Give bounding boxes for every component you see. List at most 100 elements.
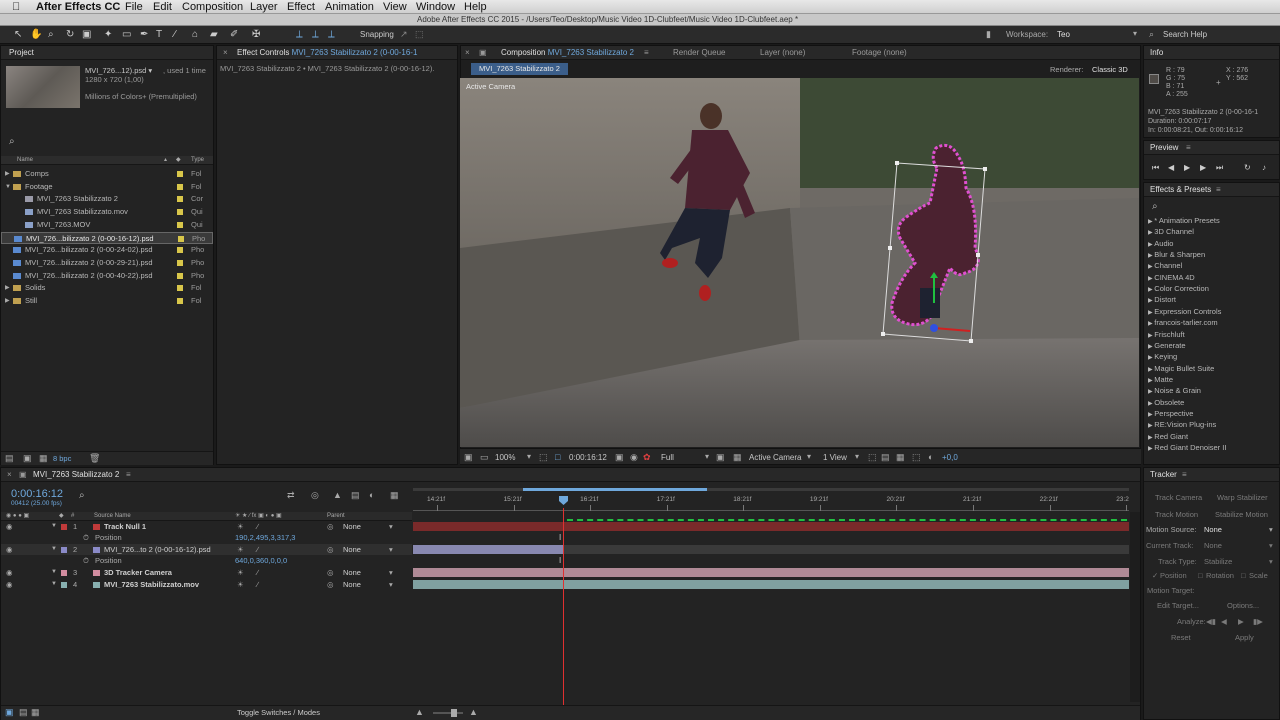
project-item[interactable]: MVI_7263 Stabilizzato 2 Cor <box>1 193 213 205</box>
edit-target-button[interactable]: Edit Target... <box>1157 601 1199 610</box>
tab-preview[interactable]: Preview <box>1150 141 1178 154</box>
panel-menu-icon[interactable]: ≡ <box>1186 141 1191 154</box>
twirl-icon[interactable]: ▼ <box>51 544 57 555</box>
project-item[interactable]: MVI_7263 Stabilizzato.mov Qui <box>1 206 213 218</box>
project-item[interactable]: ▶ Comps Fol <box>1 168 213 180</box>
vr-icon[interactable]: ▮ <box>986 29 991 40</box>
menu-edit[interactable]: Edit <box>153 0 172 14</box>
snapshot-icon[interactable]: ▣ <box>615 452 624 463</box>
warp-stabilizer-button[interactable]: Warp Stabilizer <box>1217 493 1268 502</box>
column-type[interactable]: Type <box>191 156 204 165</box>
tab-tracker[interactable]: Tracker <box>1150 468 1177 481</box>
shy-switch-icon[interactable]: ☀ <box>237 579 244 590</box>
project-search-icon[interactable]: ⌕ <box>9 136 15 147</box>
column-source-name[interactable]: Source Name <box>94 512 131 521</box>
menu-help[interactable]: Help <box>464 0 487 14</box>
timeline-layer-row[interactable]: ◉ ▼ 3 3D Tracker Camera ☀ ∕ ◎ None ▾ <box>1 567 412 578</box>
menu-file[interactable]: File <box>125 0 143 14</box>
close-icon[interactable]: × <box>7 468 12 481</box>
app-menu[interactable]: After Effects CC <box>36 0 120 14</box>
twirl-icon[interactable]: ▶ <box>5 295 10 307</box>
quality-switch-icon[interactable]: ∕ <box>257 567 258 578</box>
twirl-icon[interactable]: ▶ <box>5 282 10 294</box>
analyze-1-forward-icon[interactable]: ▶ <box>1238 617 1244 626</box>
project-item[interactable]: ▶ Still Fol <box>1 295 213 307</box>
pan-behind-tool-icon[interactable]: ✦ <box>104 29 112 40</box>
camera-chevron-down-icon[interactable]: ▾ <box>807 452 811 461</box>
label-color-swatch[interactable] <box>177 209 183 216</box>
puppet-tool-icon[interactable]: ✠ <box>252 29 260 40</box>
layer-bar-track-null[interactable] <box>413 522 1129 531</box>
frame-blending-icon[interactable]: ▤ <box>351 490 360 501</box>
view-axis-icon[interactable]: ⟂ <box>328 29 335 40</box>
shy-icon[interactable]: ▲ <box>333 490 342 500</box>
effects-category-item[interactable]: ▶ Red Giant Denoiser II <box>1148 442 1226 455</box>
monitor-icon[interactable]: ▭ <box>480 452 489 463</box>
rotation-tool-icon[interactable]: ↻ <box>66 29 74 40</box>
apple-menu-icon[interactable]:  <box>12 0 20 14</box>
fast-previews-icon[interactable]: ▣ <box>716 452 725 463</box>
expand-modes-icon[interactable]: ▤ <box>19 707 28 718</box>
parent-select[interactable]: None <box>343 579 361 590</box>
label-color-swatch[interactable] <box>178 235 184 242</box>
parent-select[interactable]: None <box>343 544 361 555</box>
analyze-forward-icon[interactable]: ▮▶ <box>1253 617 1263 626</box>
new-composition-icon[interactable]: ▦ <box>39 453 48 464</box>
track-motion-button[interactable]: Track Motion <box>1155 510 1198 519</box>
close-icon[interactable]: × <box>223 46 228 59</box>
tab-info[interactable]: Info <box>1150 46 1163 59</box>
label-color-swatch[interactable] <box>177 196 183 203</box>
tab-footage[interactable]: Footage (none) <box>852 46 907 59</box>
shy-switch-icon[interactable]: ☀ <box>237 544 244 555</box>
layer-label-color[interactable] <box>61 547 67 553</box>
project-item[interactable]: MVI_726...bilizzato 2 (0-00-29-21).psd Ph… <box>1 257 213 269</box>
audio-icon[interactable]: ♪ <box>1262 163 1266 172</box>
menu-view[interactable]: View <box>383 0 407 14</box>
box-handle[interactable] <box>983 167 987 171</box>
parent-chevron-down-icon[interactable]: ▾ <box>389 521 393 532</box>
tab-layer[interactable]: Layer (none) <box>760 46 805 59</box>
toggle-pixel-aspect-icon[interactable]: ⬚ <box>868 452 877 463</box>
parent-pickwhip-icon[interactable]: ◎ <box>327 544 334 555</box>
label-color-swatch[interactable] <box>177 171 183 177</box>
view-layout-select[interactable]: 1 View <box>823 453 847 462</box>
project-item[interactable]: ▼ Footage Fol <box>1 181 213 193</box>
zoom-out-icon[interactable]: ▲ <box>415 707 424 717</box>
layer-bar-camera[interactable] <box>413 568 1129 577</box>
panel-menu-icon[interactable]: ≡ <box>126 468 131 481</box>
track-type-select[interactable]: Stabilize <box>1204 557 1232 566</box>
motion-source-select[interactable]: None <box>1204 525 1222 534</box>
local-axis-icon[interactable]: ⟂ <box>296 29 303 40</box>
roto-brush-tool-icon[interactable]: ✐ <box>230 29 238 40</box>
layer-label-color[interactable] <box>61 524 67 530</box>
clone-stamp-tool-icon[interactable]: ⌂ <box>192 29 198 40</box>
menu-layer[interactable]: Layer <box>250 0 278 14</box>
work-area-scroll[interactable] <box>413 488 1129 491</box>
reset-button[interactable]: Reset <box>1171 633 1191 642</box>
bit-depth-button[interactable]: 8 bpc <box>53 454 71 463</box>
interpret-footage-icon[interactable]: ▤ <box>5 453 14 464</box>
timeline-icon[interactable]: ▤ <box>881 452 890 463</box>
hand-tool-icon[interactable]: ✋ <box>30 29 42 40</box>
project-item[interactable]: MVI_726...bilizzato 2 (0-00-40-22).psd Ph… <box>1 270 213 282</box>
workspace-select[interactable]: Teo <box>1057 29 1070 40</box>
quality-switch-icon[interactable]: ∕ <box>257 579 258 590</box>
panel-menu-icon[interactable]: ≡ <box>644 46 649 59</box>
always-preview-icon[interactable]: ▣ <box>464 452 473 463</box>
snapping-options-icon[interactable]: ⬚ <box>415 29 424 40</box>
project-item[interactable]: MVI_726...bilizzato 2 (0-00-16-12).psd Ph… <box>1 231 213 244</box>
parent-select[interactable]: None <box>343 521 361 532</box>
layer-bar-mov[interactable] <box>413 580 1129 589</box>
playhead-handle[interactable] <box>559 496 568 505</box>
parent-select[interactable]: None <box>343 567 361 578</box>
property-value[interactable]: 190,2,495,3,317,3 <box>235 532 295 543</box>
quality-switch-icon[interactable]: ∕ <box>257 544 258 555</box>
tab-render-queue[interactable]: Render Queue <box>673 46 725 59</box>
keyframe-icon[interactable]: I <box>559 533 561 542</box>
zoom-in-icon[interactable]: ▲ <box>469 707 478 717</box>
zoom-slider[interactable] <box>433 709 463 717</box>
title-safe-icon[interactable]: ⬚ <box>539 452 548 463</box>
expand-time-icon[interactable]: ▦ <box>31 707 40 718</box>
menu-effect[interactable]: Effect <box>287 0 315 14</box>
time-ruler[interactable]: 14:21f 15:21f 16:21f 17:21f 18:21f 19:21f 20:2… <box>413 493 1129 511</box>
